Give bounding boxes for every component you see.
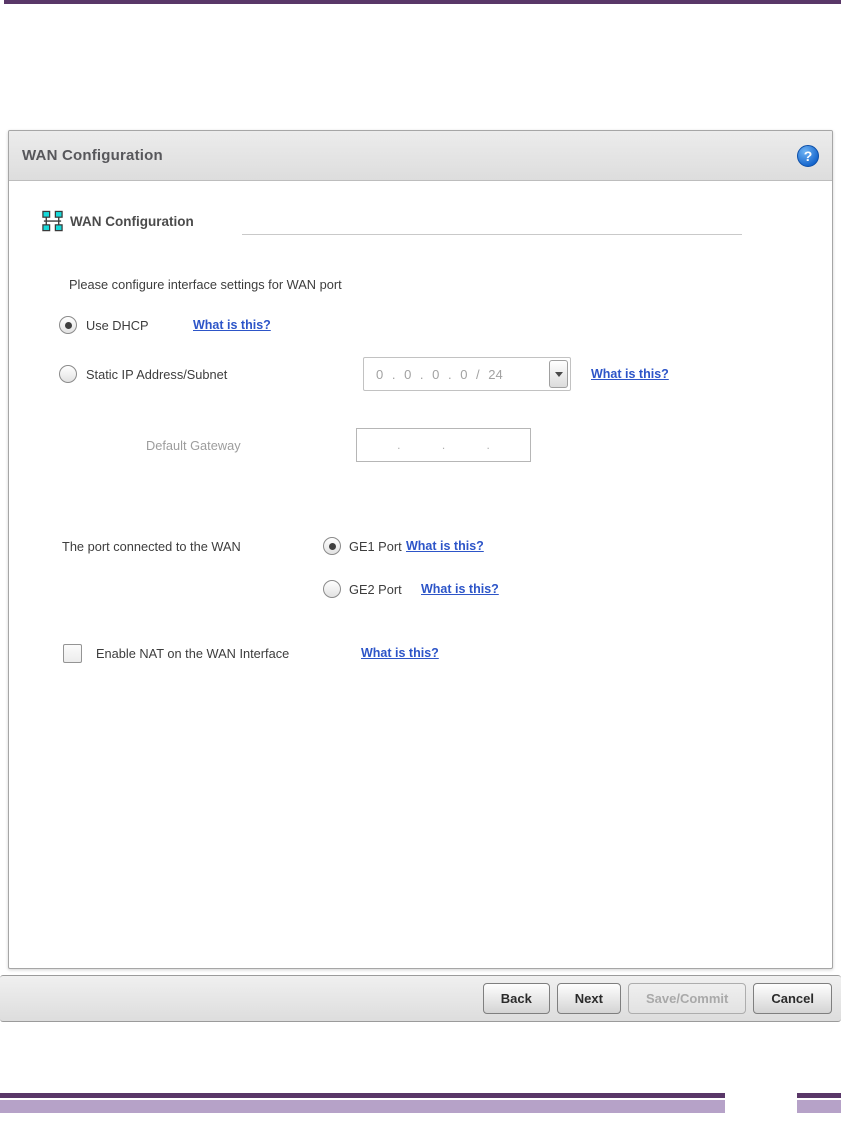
static-ip-radio[interactable]: [59, 365, 77, 383]
top-accent-bar: [4, 0, 841, 4]
static-ip-what-is-this-link[interactable]: What is this?: [591, 367, 669, 381]
default-gateway-label: Default Gateway: [146, 437, 241, 453]
default-gateway-input[interactable]: . . .: [356, 428, 531, 462]
ip-separator-dots: . . .: [397, 438, 490, 452]
ge2-port-label[interactable]: GE2 Port: [349, 582, 421, 597]
ge1-port-radio[interactable]: [323, 537, 341, 555]
section-header: WAN Configuration: [41, 210, 194, 233]
enable-nat-checkbox[interactable]: [63, 643, 82, 663]
bottom-accent-band: [0, 1100, 725, 1113]
wan-port-row-ge1: The port connected to the WAN GE1 Port W…: [62, 529, 484, 563]
ge1-what-is-this-link[interactable]: What is this?: [406, 539, 484, 553]
cancel-button[interactable]: Cancel: [753, 983, 832, 1014]
section-divider: [242, 234, 742, 235]
nat-what-is-this-link[interactable]: What is this?: [361, 646, 439, 660]
dialog-header: WAN Configuration ?: [9, 131, 832, 181]
help-button[interactable]: ?: [797, 144, 819, 167]
dialog-title: WAN Configuration: [22, 147, 163, 164]
bottom-accent-line: [0, 1093, 725, 1098]
use-dhcp-radio[interactable]: [59, 316, 77, 334]
bottom-accent-band-right: [797, 1100, 841, 1113]
chevron-down-icon: [554, 371, 563, 377]
ge2-port-radio[interactable]: [323, 580, 341, 598]
back-button[interactable]: Back: [482, 983, 550, 1014]
wan-configuration-dialog: WAN Configuration ? WAN Configuration Pl…: [8, 130, 833, 969]
enable-nat-row: Enable NAT on the WAN Interface What is …: [63, 636, 439, 670]
radio-dot: [64, 321, 72, 329]
section-title: WAN Configuration: [70, 214, 194, 229]
use-dhcp-row: Use DHCP What is this?: [59, 308, 271, 342]
static-ip-row: Static IP Address/Subnet What is this?: [59, 357, 669, 391]
wan-port-label: The port connected to the WAN: [62, 538, 241, 554]
network-icon: [41, 210, 64, 233]
footer-bar: Back Next Save/Commit Cancel: [0, 975, 841, 1022]
page: WAN Configuration ? WAN Configuration Pl…: [0, 0, 841, 1122]
question-mark-icon: ?: [803, 147, 813, 164]
radio-dot: [328, 542, 336, 550]
use-dhcp-label[interactable]: Use DHCP: [86, 318, 193, 333]
wan-port-row-ge2: GE2 Port What is this?: [323, 572, 499, 606]
static-ip-subnet-input[interactable]: [364, 358, 570, 390]
default-gateway-row: Default Gateway . . .: [146, 428, 531, 462]
instruction-text: Please configure interface settings for …: [69, 277, 342, 292]
ge2-what-is-this-link[interactable]: What is this?: [421, 582, 499, 596]
enable-nat-label[interactable]: Enable NAT on the WAN Interface: [96, 646, 361, 661]
save-commit-button[interactable]: Save/Commit: [627, 983, 747, 1014]
next-button[interactable]: Next: [556, 983, 621, 1014]
static-ip-label[interactable]: Static IP Address/Subnet: [86, 367, 363, 382]
ge1-port-label[interactable]: GE1 Port: [349, 539, 406, 554]
bottom-accent-line-right: [797, 1093, 841, 1098]
subnet-dropdown-button[interactable]: [549, 360, 568, 388]
static-ip-field: [363, 357, 571, 391]
dhcp-what-is-this-link[interactable]: What is this?: [193, 318, 271, 332]
